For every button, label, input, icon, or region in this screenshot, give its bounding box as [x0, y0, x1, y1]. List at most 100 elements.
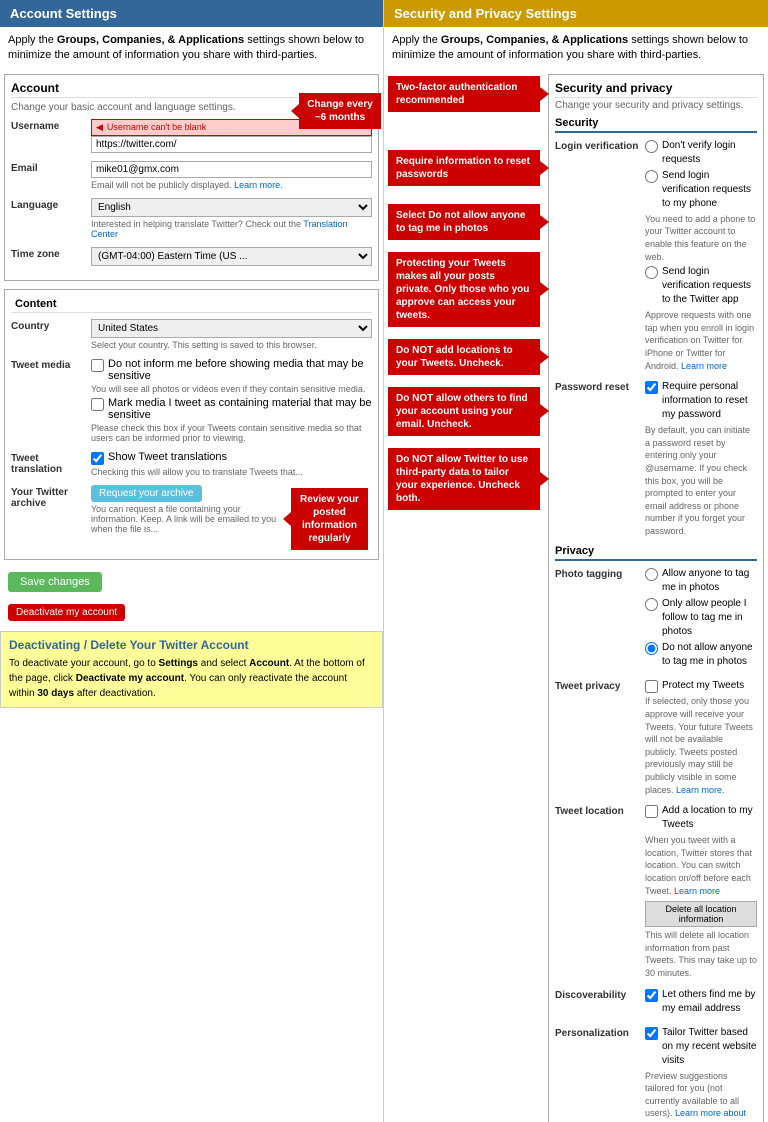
timezone-select[interactable]: (GMT-04:00) Eastern Time (US ... — [91, 247, 372, 266]
personalization-cb[interactable] — [645, 1027, 658, 1040]
deactivating-section: Deactivating / Delete Your Twitter Accou… — [0, 631, 383, 708]
tweet-location-cb-label: Add a location to my Tweets — [662, 804, 757, 832]
tweet-media-helper1: You will see all photos or videos even i… — [91, 384, 372, 394]
tweet-media-helper2: Please check this box if your Tweets con… — [91, 423, 372, 443]
language-select[interactable]: English — [91, 198, 372, 217]
language-helper: Interested in helping translate Twitter?… — [91, 219, 372, 239]
tweet-privacy-cb-label: Protect my Tweets — [662, 679, 744, 693]
photo-radio1-label: Allow anyone to tag me in photos — [662, 567, 757, 595]
tweet-privacy-cb[interactable] — [645, 680, 658, 693]
login-learn-more[interactable]: Learn more — [681, 361, 727, 371]
callout-require-info: Require information to reset passwords — [388, 150, 540, 186]
email-label: Email — [11, 161, 91, 174]
deactivate-account-button[interactable]: Deactivate my account — [8, 604, 125, 621]
password-reset-cb-label: Require personal information to reset my… — [662, 380, 757, 422]
discoverability-cb[interactable] — [645, 989, 658, 1002]
save-changes-button[interactable]: Save changes — [8, 572, 102, 592]
right-section-intro: Apply the Groups, Companies, & Applicati… — [384, 27, 768, 70]
translation-center-link[interactable]: Translation Center — [91, 219, 347, 239]
photo-radio3[interactable] — [645, 642, 658, 655]
personalization-helper: Preview suggestions tailored for you (no… — [645, 1070, 757, 1122]
discoverability-label: Discoverability — [555, 988, 645, 1001]
country-select[interactable]: United States — [91, 319, 372, 338]
deactivating-text: To deactivate your account, go to Settin… — [9, 656, 374, 701]
tweet-translation-label-text: Show Tweet translations — [108, 451, 227, 463]
tweet-privacy-learn-more[interactable]: Learn more. — [676, 785, 725, 795]
language-label: Language — [11, 198, 91, 211]
photo-tagging-label: Photo tagging — [555, 567, 645, 580]
callout-review-text: Review your posted information regularly — [300, 494, 359, 544]
tweet-media-cb1[interactable] — [91, 359, 104, 372]
tweet-translation-label: Tweet translation — [11, 451, 91, 475]
left-header-title: Account Settings — [10, 6, 117, 21]
tweet-location-learn-more[interactable]: Learn more — [674, 886, 720, 896]
tweet-privacy-helper: If selected, only those you approve will… — [645, 695, 757, 796]
twitter-archive-helper: You can request a file containing your i… — [91, 504, 283, 534]
right-header-title: Security and Privacy Settings — [394, 6, 577, 21]
country-label: Country — [11, 319, 91, 332]
callout-change-every: Change every ~6 months — [299, 93, 381, 129]
deactivating-title: Deactivating / Delete Your Twitter Accou… — [9, 638, 374, 652]
callout-no-third-party-text: Do NOT allow Twitter to use third-party … — [396, 454, 528, 504]
tweet-media-label2: Mark media I tweet as containing materia… — [108, 397, 372, 421]
password-reset-cb[interactable] — [645, 381, 658, 394]
callout-two-factor: Two-factor authentication recommended — [388, 76, 540, 112]
callout-no-third-party: Do NOT allow Twitter to use third-party … — [388, 448, 540, 510]
login-radio2-label: Send login verification requests to my p… — [662, 169, 757, 211]
photo-radio2-label: Only allow people I follow to tag me in … — [662, 597, 757, 639]
tweet-translation-cb[interactable] — [91, 452, 104, 465]
right-section-header: Security and Privacy Settings — [384, 0, 768, 27]
tweet-media-cb2[interactable] — [91, 398, 104, 411]
request-archive-button[interactable]: Request your archive — [91, 485, 202, 502]
personalization-label: Personalization — [555, 1026, 645, 1039]
email-input[interactable] — [91, 161, 372, 178]
callout-no-find-text: Do NOT allow others to find your account… — [396, 393, 528, 430]
tweet-privacy-label: Tweet privacy — [555, 679, 645, 692]
password-reset-label: Password reset — [555, 380, 645, 393]
security-section-title: Security — [555, 117, 757, 133]
callout-review: Review your posted information regularly — [291, 488, 368, 550]
timezone-label: Time zone — [11, 247, 91, 260]
delete-location-button[interactable]: Delete all location information — [645, 901, 757, 927]
left-section-intro: Apply the Groups, Companies, & Applicati… — [0, 27, 383, 70]
tweet-media-label1: Do not inform me before showing media th… — [108, 358, 372, 382]
personalization-learn-more[interactable]: Learn more about how this works — [645, 1108, 746, 1122]
sp-box-subtitle: Change your security and privacy setting… — [555, 100, 757, 111]
login-radio1-label: Don't verify login requests — [662, 139, 757, 167]
email-helper: Email will not be publicly displayed. Le… — [91, 180, 372, 190]
email-learn-more-link[interactable]: Learn more. — [234, 180, 283, 190]
username-label: Username — [11, 119, 91, 132]
username-error-text: Username can't be blank — [107, 122, 206, 132]
content-section-title: Content — [11, 296, 372, 313]
tweet-location-helper: When you tweet with a location, Twitter … — [645, 834, 757, 897]
twitter-archive-label: Your Twitter archive — [11, 485, 91, 509]
personalization-cb-label: Tailor Twitter based on my recent websit… — [662, 1026, 757, 1068]
username-error-arrow: ◀ — [96, 122, 103, 133]
login-radio1[interactable] — [645, 140, 658, 153]
tweet-media-label: Tweet media — [11, 358, 91, 371]
callout-no-find: Do NOT allow others to find your account… — [388, 387, 540, 436]
callout-do-not-allow: Select Do not allow anyone to tag me in … — [388, 204, 540, 240]
photo-radio1[interactable] — [645, 568, 658, 581]
tweet-location-cb[interactable] — [645, 805, 658, 818]
tweet-location-label: Tweet location — [555, 804, 645, 817]
country-helper: Select your country. This setting is sav… — [91, 340, 372, 350]
callout-no-location: Do NOT add locations to your Tweets. Unc… — [388, 339, 540, 375]
login-verification-label: Login verification — [555, 139, 645, 152]
login-helper2: You need to add a phone to your Twitter … — [645, 213, 757, 263]
callout-no-location-text: Do NOT add locations to your Tweets. Unc… — [396, 345, 513, 369]
delete-location-helper: This will delete all location informatio… — [645, 929, 757, 979]
callout-protecting: Protecting your Tweets makes all your po… — [388, 252, 540, 327]
login-radio3-label: Send login verification requests to the … — [662, 265, 757, 307]
callout-change-text: Change every ~6 months — [307, 99, 373, 123]
callout-protecting-text: Protecting your Tweets makes all your po… — [396, 258, 529, 321]
login-radio2[interactable] — [645, 170, 658, 183]
privacy-section-title: Privacy — [555, 545, 757, 561]
login-helper3: Approve requests with one tap when you e… — [645, 309, 757, 372]
photo-radio3-label: Do not allow anyone to tag me in photos — [662, 641, 757, 669]
username-input[interactable] — [91, 136, 372, 153]
callout-require-info-text: Require information to reset passwords — [396, 156, 530, 180]
left-section-header: Account Settings — [0, 0, 383, 27]
login-radio3[interactable] — [645, 266, 658, 279]
photo-radio2[interactable] — [645, 598, 658, 611]
